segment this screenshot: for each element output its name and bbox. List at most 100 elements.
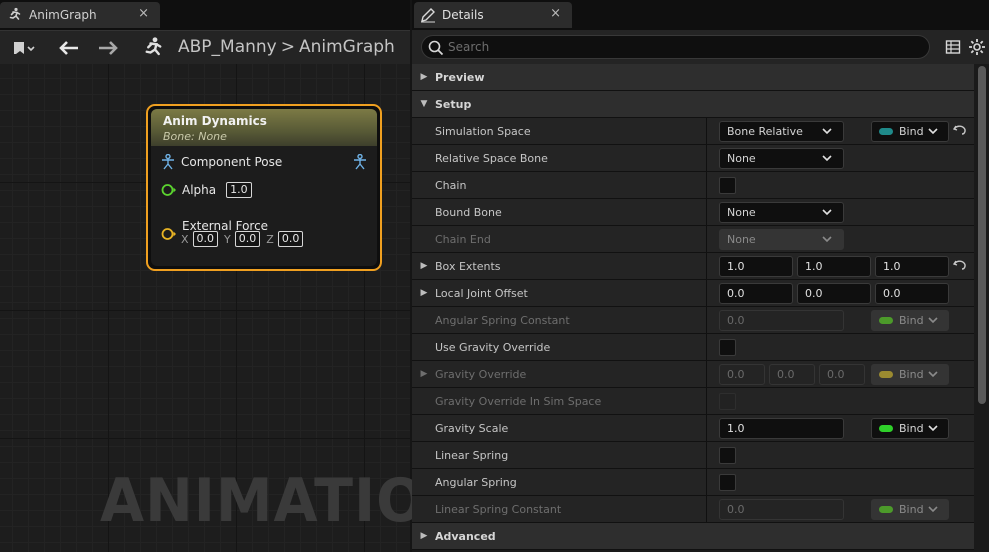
use-gravity-override-checkbox[interactable] [719,339,736,356]
gravity-override-y-input: 0.0 [769,364,815,385]
anim-graph-panel: AnimGraph × ABP_Manny > AnimGraph ANIMAT… [0,0,473,552]
property-label: Gravity Override In Sim Space [435,394,602,408]
local-joint-offset-z-input[interactable]: 0.0 [875,283,949,304]
relative-space-bone-dropdown[interactable]: None [719,148,844,169]
component-pose-output-pin[interactable] [353,153,367,174]
local-joint-offset-x-input[interactable]: 0.0 [719,283,793,304]
anim-dynamics-node[interactable]: Anim Dynamics Bone: None Component Pose [146,104,382,271]
box-extents-y-input[interactable]: 1.0 [797,256,871,277]
chevron-down-icon [928,317,938,324]
table-view-icon[interactable] [945,39,961,55]
force-z-input[interactable]: 0.0 [277,231,304,247]
arrow-left-icon [59,41,78,55]
chain-end-dropdown: None [719,229,844,250]
bind-button[interactable]: Bind [871,121,949,142]
property-chain-end: Chain End None [412,226,974,253]
category-setup[interactable]: ▼ Setup [412,91,974,118]
property-angular-spring: Angular Spring [412,469,974,496]
breadcrumb-item-blueprint[interactable]: ABP_Manny [178,37,277,57]
category-advanced[interactable]: ▶ Advanced [412,523,974,550]
expand-arrow-icon[interactable]: ▶ [418,288,430,298]
tab-animgraph[interactable]: AnimGraph × [0,2,160,28]
reset-to-default-icon[interactable] [953,258,967,272]
property-local-joint-offset: ▶ Local Joint Offset 0.0 0.0 0.0 [412,280,974,307]
bound-bone-dropdown[interactable]: None [719,202,844,223]
bind-button: Bind [871,499,949,520]
back-button[interactable] [56,31,82,65]
arrow-right-icon [99,41,118,55]
pin-color-swatch [879,425,893,432]
linear-spring-checkbox[interactable] [719,447,736,464]
forward-button[interactable] [95,31,121,65]
gravity-override-sim-space-checkbox [719,393,736,410]
z-label: Z [266,232,274,246]
dropdown-value: Bone Relative [727,125,803,138]
bookmark-dropdown-button[interactable] [4,31,44,65]
running-man-icon [9,7,21,20]
pin-color-swatch [879,317,893,324]
property-label: Bound Bone [435,205,502,219]
property-label: Gravity Scale [435,421,509,435]
chain-checkbox[interactable] [719,177,736,194]
property-linear-spring-constant: Linear Spring Constant 0.0 Bind [412,496,974,523]
details-tab-bar: Details × [412,0,989,30]
bind-label: Bind [899,125,924,138]
search-placeholder: Search [448,40,490,54]
tab-details[interactable]: Details × [414,2,572,28]
alpha-input-pin[interactable]: Alpha 1.0 [161,182,252,198]
property-gravity-override-sim-space: Gravity Override In Sim Space [412,388,974,415]
close-icon[interactable]: × [138,6,149,21]
dropdown-value: None [727,152,756,165]
gear-icon[interactable] [968,38,986,56]
category-preview[interactable]: ▶ Preview [412,64,974,91]
force-y-input[interactable]: 0.0 [234,231,261,247]
angular-spring-checkbox[interactable] [719,474,736,491]
gravity-scale-input[interactable]: 1.0 [719,418,844,439]
scrollbar-thumb[interactable] [978,66,986,404]
vector-pin-icon [161,228,176,240]
bookmark-icon [14,42,35,54]
simulation-space-dropdown[interactable]: Bone Relative [719,121,844,142]
category-advanced-label: Advanced [435,529,496,543]
bind-button: Bind [871,310,949,331]
tab-details-label: Details [442,8,484,22]
box-extents-x-input[interactable]: 1.0 [719,256,793,277]
box-extents-z-input[interactable]: 1.0 [875,256,949,277]
property-label: Simulation Space [435,124,531,138]
alpha-label: Alpha [182,183,217,197]
expand-arrow-icon[interactable]: ▶ [418,369,430,379]
component-pose-input-pin[interactable]: Component Pose [161,154,282,170]
dropdown-value: None [727,233,756,246]
property-label: Angular Spring [435,475,517,489]
graph-toolbar: ABP_Manny > AnimGraph [0,30,410,64]
search-icon [428,40,444,56]
breadcrumb-separator: > [280,37,295,57]
external-force-xyz: X 0.0 Y 0.0 Z 0.0 [181,231,304,247]
chevron-down-icon [822,155,832,162]
property-use-gravity-override: Use Gravity Override [412,334,974,361]
property-label: Gravity Override [435,367,527,381]
property-gravity-override: ▶ Gravity Override 0.0 0.0 0.0 Bind [412,361,974,388]
component-pose-label: Component Pose [181,155,283,169]
property-label: Angular Spring Constant [435,313,570,327]
pose-pin-icon [354,153,366,170]
alpha-value-input[interactable]: 1.0 [226,182,252,198]
expand-arrow-icon: ▶ [420,531,428,541]
gravity-override-z-input: 0.0 [819,364,865,385]
search-input[interactable]: Search [421,35,930,59]
close-icon[interactable]: × [550,6,561,21]
category-setup-label: Setup [435,97,472,111]
bind-button[interactable]: Bind [871,418,949,439]
collapse-arrow-icon: ▼ [420,99,428,109]
force-x-input[interactable]: 0.0 [192,231,219,247]
float-pin-icon [161,184,176,196]
angular-spring-constant-input: 0.0 [719,310,844,331]
expand-arrow-icon[interactable]: ▶ [418,261,430,271]
chevron-down-icon [822,128,832,135]
pin-color-swatch [879,128,893,135]
category-preview-label: Preview [435,70,485,84]
breadcrumb-item-graph[interactable]: AnimGraph [299,37,395,57]
pin-color-swatch [879,506,893,513]
local-joint-offset-y-input[interactable]: 0.0 [797,283,871,304]
reset-to-default-icon[interactable] [953,123,967,137]
